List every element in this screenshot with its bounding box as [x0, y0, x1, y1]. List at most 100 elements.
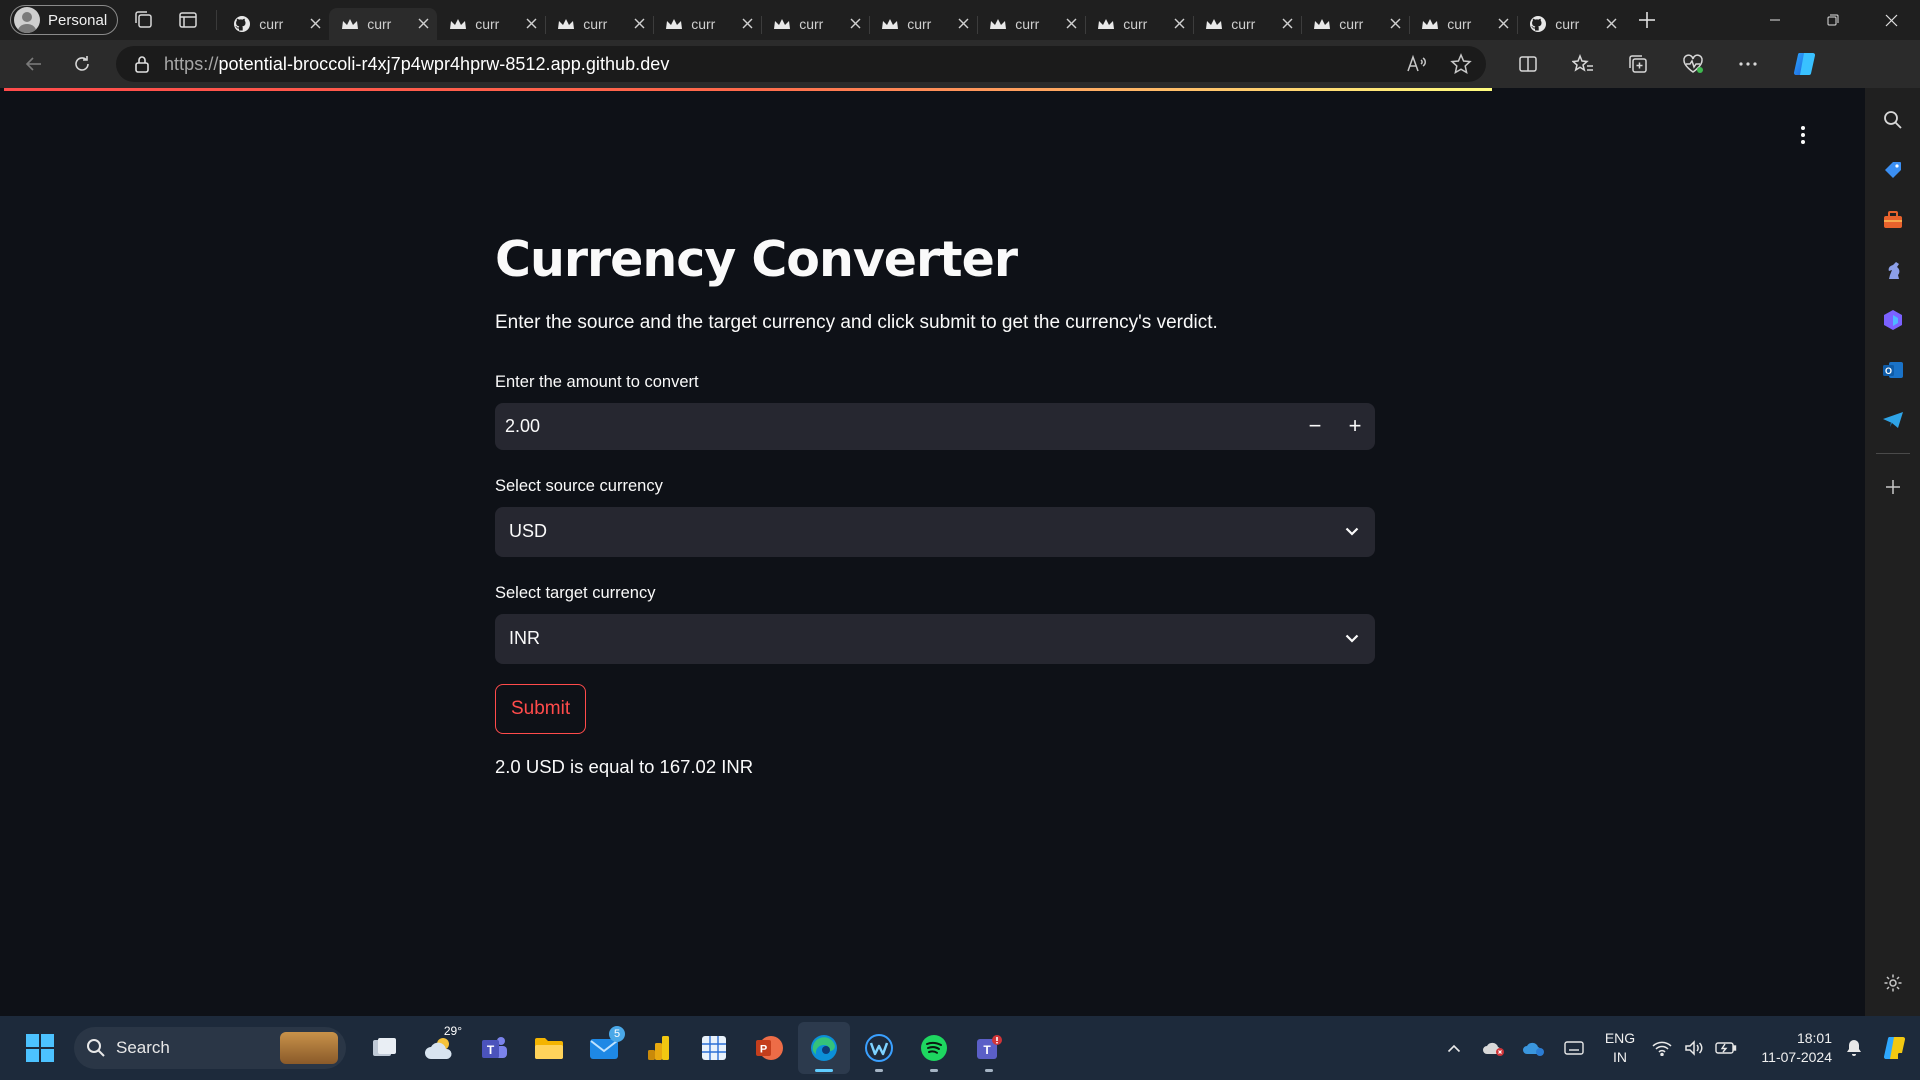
taskbar-spotify[interactable] — [908, 1022, 960, 1074]
back-button[interactable] — [10, 44, 58, 84]
browser-essentials-button[interactable] — [1665, 44, 1720, 84]
taskbar-snipping-tool[interactable] — [688, 1022, 740, 1074]
browser-tab[interactable]: curr — [977, 8, 1085, 40]
submit-button[interactable]: Submit — [495, 683, 587, 734]
taskbar-powerpoint[interactable]: P — [743, 1022, 795, 1074]
sidebar-outlook-button[interactable]: O — [1873, 345, 1913, 395]
tab-title: curr — [907, 16, 932, 32]
mail-unread-badge: 5 — [609, 1026, 625, 1042]
refresh-button[interactable] — [58, 44, 106, 84]
favorites-button[interactable] — [1555, 44, 1610, 84]
taskbar-weather[interactable]: 29° — [413, 1022, 465, 1074]
lock-icon[interactable] — [134, 55, 150, 73]
notifications-button[interactable] — [1836, 1028, 1872, 1068]
edge-sidebar: O — [1865, 88, 1920, 1016]
tab-close-button[interactable] — [634, 16, 645, 33]
favorite-star-icon[interactable] — [1450, 53, 1472, 75]
sidebar-games-button[interactable] — [1873, 245, 1913, 295]
browser-tab[interactable]: curr — [869, 8, 977, 40]
tab-close-button[interactable] — [850, 16, 861, 33]
browser-tab[interactable]: curr — [1517, 8, 1625, 40]
start-button[interactable] — [20, 1028, 60, 1068]
tab-close-button[interactable] — [1606, 16, 1617, 33]
taskbar-task-view[interactable] — [358, 1022, 410, 1074]
taskbar-search-box[interactable]: Search — [74, 1027, 346, 1069]
battery-button[interactable] — [1710, 1028, 1742, 1068]
taskbar-edge[interactable] — [798, 1022, 850, 1074]
copilot-button[interactable] — [1775, 50, 1835, 78]
browser-tab[interactable]: curr — [221, 8, 329, 40]
tab-close-button[interactable] — [310, 16, 321, 33]
taskbar-file-explorer[interactable] — [523, 1022, 575, 1074]
tab-close-button[interactable] — [1282, 16, 1293, 33]
url-text[interactable]: https://potential-broccoli-r4xj7p4wpr4hp… — [164, 54, 669, 75]
amount-number-input[interactable]: 2.00 − + — [495, 402, 1375, 450]
browser-tab[interactable]: curr — [1085, 8, 1193, 40]
taskbar-teams[interactable]: T — [468, 1022, 520, 1074]
tab-close-button[interactable] — [742, 16, 753, 33]
show-hidden-icons-button[interactable] — [1434, 1028, 1474, 1068]
input-language-indicator[interactable]: ENG IN — [1594, 1029, 1646, 1067]
touch-keyboard-button[interactable] — [1554, 1028, 1594, 1068]
more-menu-button[interactable] — [1720, 44, 1775, 84]
browser-tab[interactable]: curr — [1301, 8, 1409, 40]
browser-tab[interactable]: curr — [1193, 8, 1301, 40]
tab-close-button[interactable] — [1390, 16, 1401, 33]
taskbar-webex[interactable] — [853, 1022, 905, 1074]
chevron-down-icon — [1345, 634, 1359, 643]
taskbar-mail[interactable]: 5 — [578, 1022, 630, 1074]
close-window-button[interactable] — [1862, 0, 1920, 40]
svg-text:T: T — [487, 1043, 495, 1057]
address-bar[interactable]: https://potential-broccoli-r4xj7p4wpr4hp… — [116, 46, 1486, 82]
browser-tab[interactable]: curr — [653, 8, 761, 40]
region-code: IN — [1613, 1049, 1627, 1065]
split-screen-button[interactable] — [1500, 44, 1555, 84]
search-highlight-image — [280, 1032, 338, 1064]
workspaces-button[interactable] — [124, 0, 164, 40]
wifi-button[interactable] — [1646, 1028, 1678, 1068]
app-main-menu-button[interactable] — [1791, 123, 1815, 147]
streamlit-crown-icon — [1097, 18, 1115, 30]
browser-tab[interactable]: curr — [329, 8, 438, 40]
tab-close-button[interactable] — [526, 16, 537, 33]
browser-tab[interactable]: curr — [761, 8, 869, 40]
tab-close-button[interactable] — [1498, 16, 1509, 33]
restore-button[interactable] — [1804, 0, 1862, 40]
volume-button[interactable] — [1678, 1028, 1710, 1068]
sidebar-telegram-button[interactable] — [1873, 395, 1913, 445]
svg-text:P: P — [760, 1044, 767, 1056]
browser-tab[interactable]: curr — [1409, 8, 1517, 40]
sidebar-search-button[interactable] — [1873, 95, 1913, 145]
target-currency-select[interactable]: INR — [495, 613, 1375, 664]
vertical-tabs-button[interactable] — [168, 0, 208, 40]
tab-close-button[interactable] — [958, 16, 969, 33]
profile-button[interactable]: Personal — [10, 5, 119, 35]
read-aloud-icon[interactable] — [1406, 54, 1428, 74]
onedrive-sync-button[interactable] — [1514, 1028, 1554, 1068]
decrement-button[interactable]: − — [1295, 403, 1335, 450]
onedrive-error-button[interactable] — [1474, 1028, 1514, 1068]
cloud-error-icon — [1482, 1039, 1506, 1057]
minimize-button[interactable] — [1746, 0, 1804, 40]
new-tab-button[interactable] — [1625, 0, 1669, 40]
increment-button[interactable]: + — [1335, 403, 1375, 450]
copilot-taskbar-button[interactable] — [1872, 1028, 1920, 1068]
tab-close-button[interactable] — [1174, 16, 1185, 33]
sidebar-tools-button[interactable] — [1873, 195, 1913, 245]
sidebar-add-button[interactable] — [1873, 462, 1913, 512]
browser-tab[interactable]: curr — [545, 8, 653, 40]
browser-tab[interactable]: curr — [437, 8, 545, 40]
clock[interactable]: 18:01 11-07-2024 — [1742, 1029, 1832, 1067]
sidebar-shopping-button[interactable] — [1873, 145, 1913, 195]
url-protocol: https:// — [164, 53, 219, 74]
taskbar-teams-new[interactable]: T — [963, 1022, 1015, 1074]
amount-value[interactable]: 2.00 — [505, 416, 1295, 437]
collections-button[interactable] — [1610, 44, 1665, 84]
tab-close-button[interactable] — [1066, 16, 1077, 33]
clock-date: 11-07-2024 — [1761, 1049, 1832, 1065]
taskbar-power-bi[interactable] — [633, 1022, 685, 1074]
tab-close-button[interactable] — [418, 16, 429, 33]
sidebar-copilot-app-button[interactable] — [1873, 295, 1913, 345]
source-currency-select[interactable]: USD — [495, 506, 1375, 557]
sidebar-settings-button[interactable] — [1873, 958, 1913, 1008]
